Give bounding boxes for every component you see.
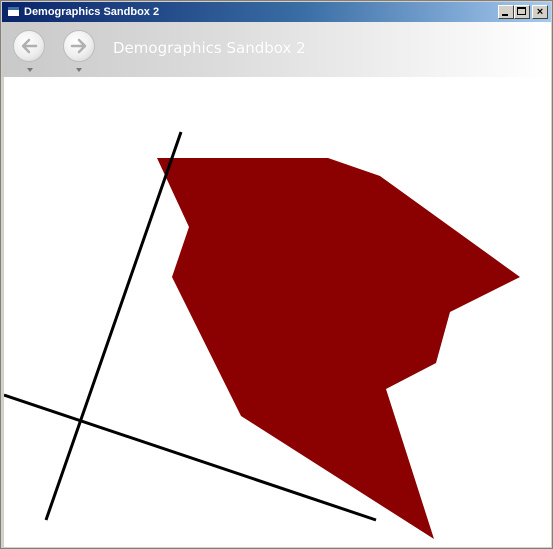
page-title: Demographics Sandbox 2 — [113, 39, 306, 57]
back-history-dropdown-icon[interactable] — [27, 68, 33, 72]
close-button[interactable]: × — [532, 5, 548, 19]
arrow-right-icon — [70, 38, 87, 54]
arrow-left-icon — [21, 38, 38, 54]
navigation-bar: Demographics Sandbox 2 — [2, 22, 551, 77]
forward-button[interactable] — [63, 30, 95, 62]
app-icon — [7, 6, 20, 17]
minimize-icon — [502, 14, 508, 16]
app-window: Demographics Sandbox 2 × Demographics Sa… — [0, 0, 553, 549]
maximize-icon — [517, 7, 526, 15]
black-line-vertical — [44, 131, 183, 521]
canvas-area[interactable] — [4, 77, 551, 547]
minimize-button[interactable] — [498, 5, 514, 19]
drawing-canvas — [4, 131, 520, 539]
title-bar[interactable]: Demographics Sandbox 2 × — [2, 2, 551, 22]
forward-history-dropdown-icon[interactable] — [76, 68, 82, 72]
window-title: Demographics Sandbox 2 — [24, 6, 160, 18]
maximize-button[interactable] — [514, 5, 530, 19]
close-icon: × — [536, 6, 544, 18]
back-button[interactable] — [13, 30, 45, 62]
red-polygon-shape — [157, 158, 520, 539]
